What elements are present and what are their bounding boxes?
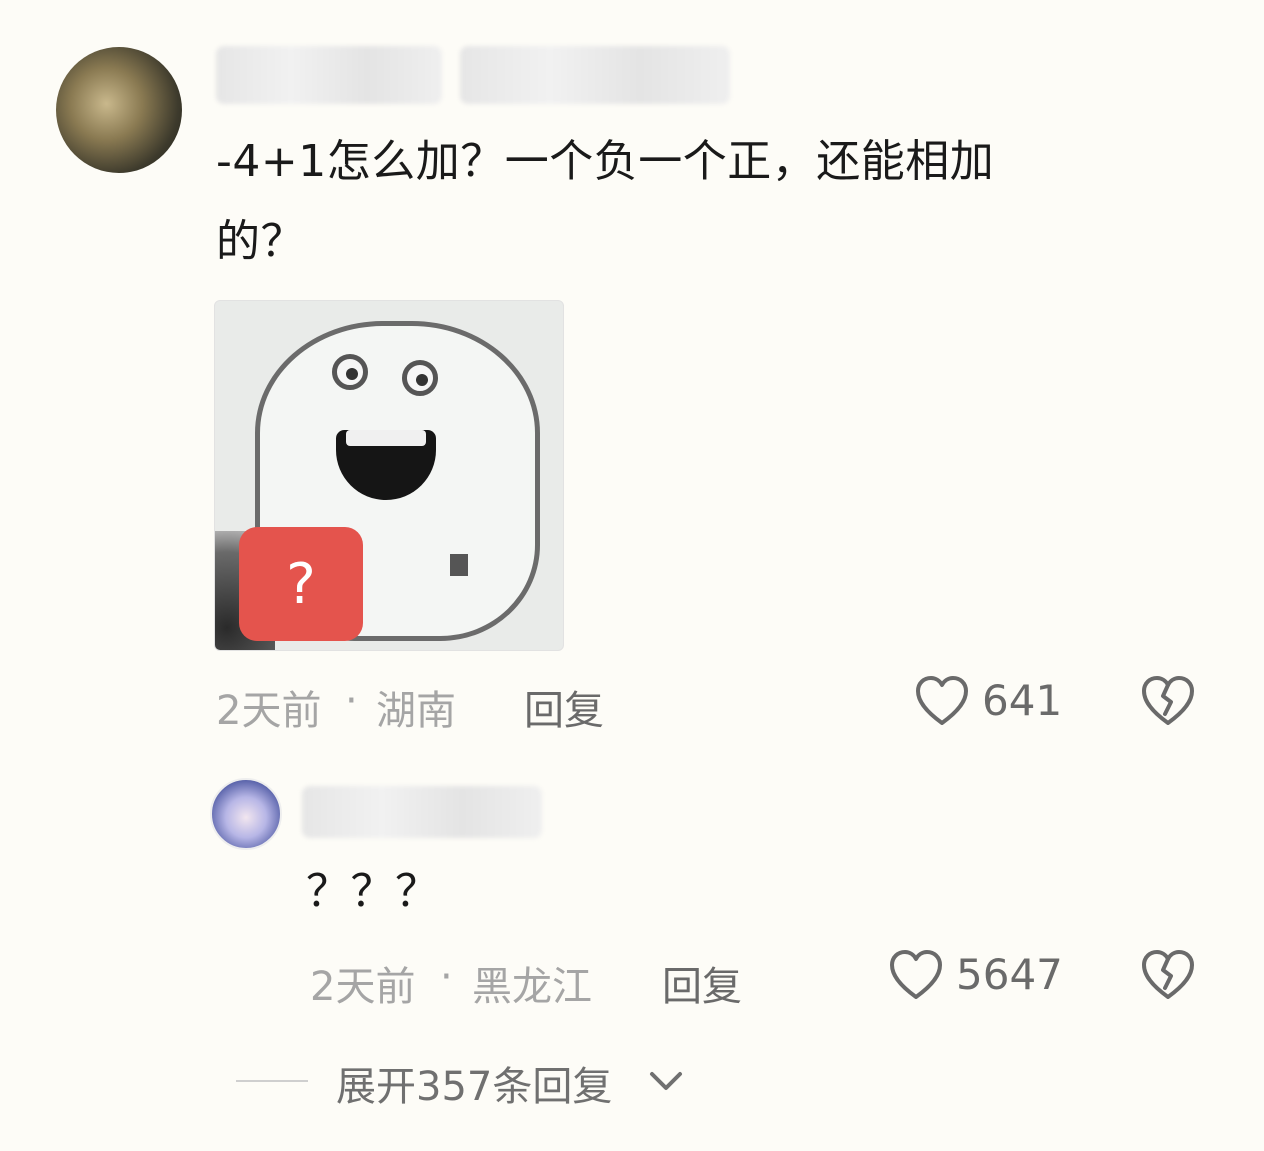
sticker-eye-left (332, 354, 368, 390)
question-badge: ? (239, 527, 363, 641)
reply-username-blurred[interactable] (302, 786, 542, 838)
broken-heart-icon[interactable] (1140, 674, 1196, 728)
expand-divider (236, 1080, 308, 1082)
reply-time: 2天前 (310, 964, 416, 1010)
reply-like-count: 5647 (956, 950, 1063, 999)
user-avatar[interactable] (56, 47, 182, 173)
reply-separator: · (440, 954, 453, 1000)
sticker-teeth (346, 430, 426, 446)
comment-time: 2天前 (216, 688, 322, 734)
user-tag-blurred (460, 46, 730, 104)
reply-text: ？？？ (306, 866, 440, 917)
sticker-spot (450, 554, 468, 576)
heart-icon[interactable] (914, 674, 970, 728)
comment-location: 湖南 (376, 688, 456, 734)
sticker-image[interactable]: ? (214, 300, 564, 651)
reply-reply-button[interactable]: 回复 (662, 954, 742, 1012)
username-blurred[interactable] (216, 46, 442, 104)
expand-replies-button[interactable]: 展开357条回复 (336, 1054, 612, 1112)
chevron-down-icon[interactable] (648, 1068, 684, 1096)
comment-text-line1: -4+1怎么加？一个负一个正，还能相加 (216, 136, 995, 187)
sticker-eye-right (402, 360, 438, 396)
comment-separator: · (345, 678, 358, 724)
comment-text-line2: 的？ (216, 216, 305, 267)
broken-heart-icon[interactable] (1140, 948, 1196, 1002)
reply-location: 黑龙江 (472, 964, 592, 1010)
heart-icon[interactable] (888, 948, 944, 1002)
reply-user-avatar[interactable] (210, 778, 282, 850)
comment-reply-button[interactable]: 回复 (524, 678, 604, 736)
comment-like-count: 641 (982, 676, 1063, 725)
